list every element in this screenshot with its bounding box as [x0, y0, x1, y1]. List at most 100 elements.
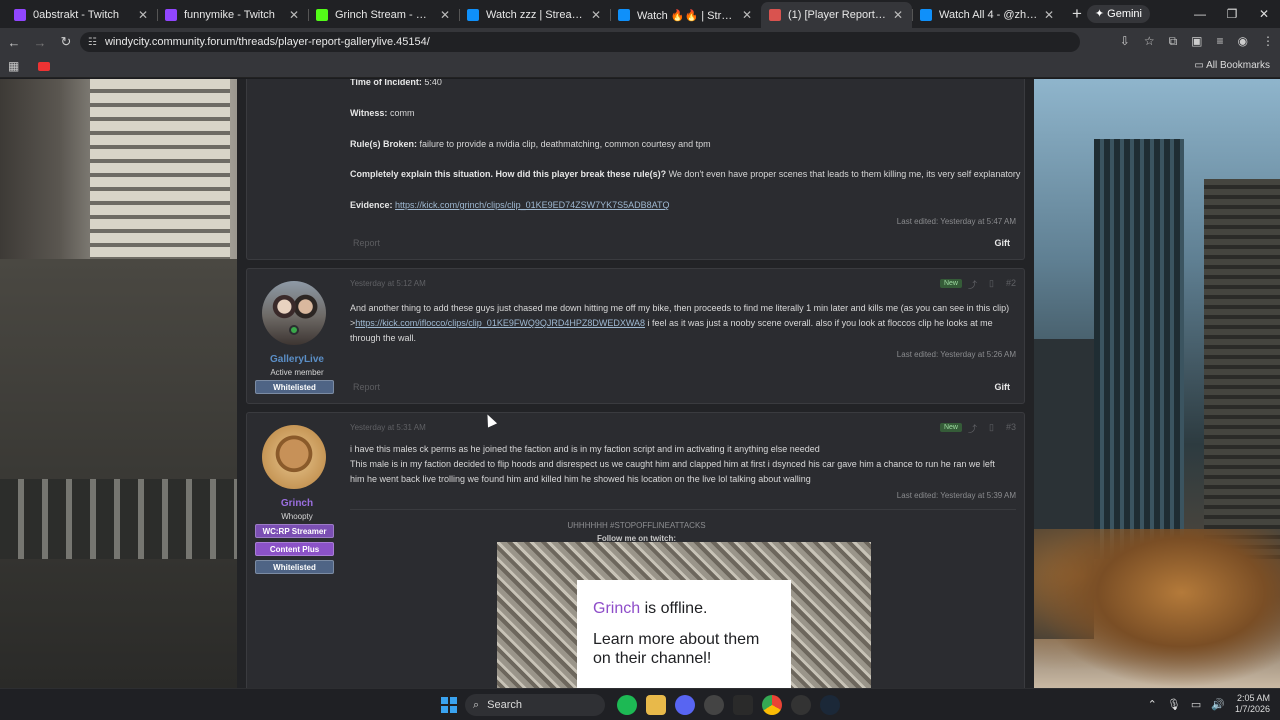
epic-games-icon[interactable] — [733, 695, 753, 715]
background-image-right — [1034, 79, 1280, 688]
share-icon[interactable]: ⤴ — [968, 278, 977, 291]
chrome-icon[interactable] — [762, 695, 782, 715]
youtube-bookmark-icon[interactable] — [38, 62, 50, 71]
browser-tab[interactable]: (1) [Player Report] GalleryLiv ✕ — [761, 2, 912, 28]
menu-icon[interactable]: ⋮ — [1262, 34, 1274, 49]
gemini-button[interactable]: ✦ Gemini — [1086, 5, 1150, 23]
tab-strip: 0abstrakt - Twitch ✕ funnymike - Twitch ✕ Gr… — [0, 0, 1280, 28]
embed-learn-more[interactable]: Learn more about them on their channel! — [593, 630, 775, 668]
forum-post-3: Grinch Whoopty WC:RP Streamer Content Pl… — [246, 412, 1025, 688]
online-indicator — [289, 325, 299, 335]
post-body: i have this males ck perms as he joined … — [350, 442, 1010, 487]
tab-close-icon[interactable]: ✕ — [741, 8, 753, 22]
back-icon[interactable]: ← — [2, 35, 26, 50]
field-value: 5:40 — [424, 79, 442, 87]
url-text: windycity.community.forum/threads/player… — [104, 36, 430, 48]
apps-grid-icon[interactable]: ▦ — [8, 59, 19, 73]
bookmark-icon[interactable]: ▯ — [989, 278, 994, 291]
report-link[interactable]: Report — [353, 238, 380, 248]
spotify-icon[interactable] — [617, 695, 637, 715]
browser-tab[interactable]: funnymike - Twitch ✕ — [157, 2, 308, 28]
browser-tab[interactable]: Watch zzz | Streamable ✕ — [459, 2, 610, 28]
explanation: Completely explain this situation. How d… — [350, 169, 1020, 179]
clip-link[interactable]: https://kick.com/iflocco/clips/clip_01KE… — [355, 318, 645, 328]
last-edited: Last edited: Yesterday at 5:26 AM — [896, 350, 1016, 359]
profile-icon[interactable]: ◉ — [1238, 34, 1248, 49]
restore-icon[interactable]: ❐ — [1216, 0, 1248, 28]
tab-close-icon[interactable]: ✕ — [590, 8, 602, 22]
close-window-icon[interactable]: ✕ — [1248, 0, 1280, 28]
avatar[interactable] — [262, 425, 326, 489]
browser-tab[interactable]: Watch All 4 - @zhinc | Strea ✕ — [912, 2, 1063, 28]
bookmark-star-icon[interactable]: ☆ — [1144, 34, 1155, 49]
field-value: We don't even have proper scenes that le… — [668, 169, 1021, 179]
signature-divider — [350, 509, 1016, 510]
last-edited: Last edited: Yesterday at 5:47 AM — [896, 217, 1016, 226]
post-text: This male is in my faction decided to fl… — [350, 459, 995, 484]
gift-button[interactable]: Gift — [989, 235, 1017, 251]
all-bookmarks-label: All Bookmarks — [1206, 60, 1270, 71]
app-icon[interactable] — [791, 695, 811, 715]
all-bookmarks-button[interactable]: ▭ All Bookmarks — [1194, 60, 1270, 71]
taskbar: ⌕ Search ⌃ 🎙 ▭ 🔊 2:05 AM 1/7/2026 — [0, 688, 1280, 720]
browser-tab[interactable]: Grinch Stream - Watch Live o ✕ — [308, 2, 459, 28]
display-icon[interactable]: ▭ — [1191, 698, 1201, 711]
tab-close-icon[interactable]: ✕ — [137, 8, 149, 22]
background-image-left — [0, 79, 237, 688]
share-icon[interactable]: ⤴ — [968, 422, 977, 435]
steam-icon[interactable] — [820, 695, 840, 715]
avatar[interactable] — [262, 281, 326, 345]
windows-start-icon[interactable] — [441, 697, 457, 713]
tab-favicon-icon — [618, 9, 630, 21]
volume-icon[interactable]: 🔊 — [1211, 698, 1225, 711]
evidence-link[interactable]: https://kick.com/grinch/clips/clip_01KE9… — [395, 200, 669, 210]
toolbar: ← → ↻ ☷ windycity.community.forum/thread… — [0, 28, 1280, 56]
tab-close-icon[interactable]: ✕ — [1043, 8, 1055, 22]
embed-channel-name[interactable]: Grinch — [593, 600, 640, 617]
clock[interactable]: 2:05 AM 1/7/2026 — [1235, 693, 1270, 715]
tab-favicon-icon — [467, 9, 479, 21]
mic-icon[interactable]: 🎙 — [1167, 698, 1181, 711]
post-number[interactable]: #2 — [1006, 278, 1016, 291]
badge-whitelisted: Whitelisted — [255, 560, 334, 574]
browser-tab[interactable]: 0abstrakt - Twitch ✕ — [6, 2, 157, 28]
post-date[interactable]: Yesterday at 5:31 AM — [350, 423, 426, 432]
chevron-up-icon[interactable]: ⌃ — [1148, 698, 1157, 711]
post-text: And another thing to add these guys just… — [350, 303, 1010, 313]
file-explorer-icon[interactable] — [646, 695, 666, 715]
site-info-icon[interactable]: ☷ — [88, 37, 97, 48]
signature-text: UHHHHHH #STOPOFFLINEATTACKS — [567, 521, 706, 530]
username[interactable]: GalleryLive — [247, 354, 347, 365]
post-actions: ⤴ ▯ #2 — [968, 278, 1016, 291]
tab-favicon-icon — [14, 9, 26, 21]
app-icon[interactable] — [704, 695, 724, 715]
tab-close-icon[interactable]: ✕ — [439, 8, 451, 22]
tab-title: funnymike - Twitch — [184, 9, 275, 21]
last-edited: Last edited: Yesterday at 5:39 AM — [896, 491, 1016, 500]
minimize-icon[interactable]: — — [1184, 0, 1216, 28]
tab-title: Grinch Stream - Watch Live o — [335, 9, 435, 21]
media-icon[interactable]: ≡ — [1217, 34, 1224, 49]
search-icon: ⌕ — [473, 698, 480, 711]
twitch-embed[interactable]: Grinch is offline. Learn more about them… — [497, 542, 871, 688]
extensions-icon[interactable]: ⧉ — [1169, 34, 1178, 49]
badge-content-plus: Content Plus — [255, 542, 334, 556]
forward-icon[interactable]: → — [28, 35, 52, 50]
sidepanel-icon[interactable]: ▣ — [1191, 34, 1202, 49]
gift-button[interactable]: Gift — [989, 379, 1017, 395]
tab-favicon-icon — [920, 9, 932, 21]
report-link[interactable]: Report — [353, 382, 380, 392]
install-icon[interactable]: ⇩ — [1120, 34, 1130, 49]
post-number[interactable]: #3 — [1006, 422, 1016, 435]
bookmark-icon[interactable]: ▯ — [989, 422, 994, 435]
discord-icon[interactable] — [675, 695, 695, 715]
address-bar[interactable]: ☷ windycity.community.forum/threads/play… — [80, 32, 1080, 52]
post-date[interactable]: Yesterday at 5:12 AM — [350, 279, 426, 288]
tab-close-icon[interactable]: ✕ — [288, 8, 300, 22]
tab-favicon-icon — [165, 9, 177, 21]
username[interactable]: Grinch — [247, 498, 347, 509]
reload-icon[interactable]: ↻ — [54, 34, 78, 50]
browser-tab[interactable]: Watch 🔥🔥 | Streamable ✕ — [610, 2, 761, 28]
taskbar-search[interactable]: ⌕ Search — [465, 694, 605, 716]
tab-close-icon[interactable]: ✕ — [892, 8, 904, 22]
